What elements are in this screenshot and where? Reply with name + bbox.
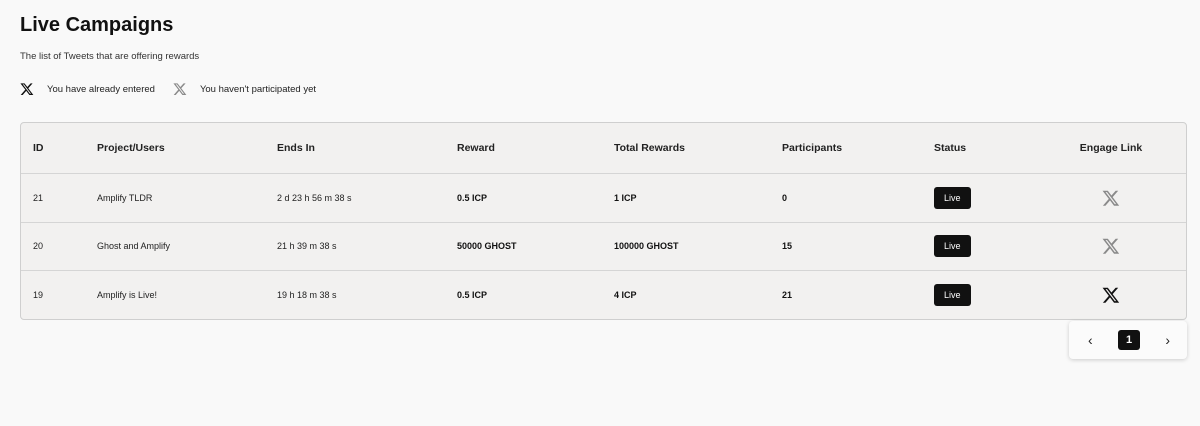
legend-label-entered: You have already entered bbox=[47, 83, 155, 95]
cell-id: 20 bbox=[33, 241, 44, 252]
cell-engage-link bbox=[1081, 271, 1141, 319]
page-button-current[interactable]: 1 bbox=[1118, 330, 1140, 350]
cell-ends-in: 2 d 23 h 56 m 38 s bbox=[277, 192, 352, 203]
cell-participants: 0 bbox=[782, 192, 788, 203]
column-header-project: Project/Users bbox=[97, 142, 165, 154]
column-header-total-rewards: Total Rewards bbox=[614, 142, 685, 154]
x-logo-icon[interactable] bbox=[1102, 237, 1120, 255]
x-logo-icon bbox=[173, 83, 187, 95]
cell-status: Live bbox=[934, 223, 971, 271]
cell-status: Live bbox=[934, 271, 971, 319]
cell-engage-link bbox=[1081, 174, 1141, 222]
x-logo-icon bbox=[20, 83, 34, 95]
cell-participants: 21 bbox=[782, 290, 793, 301]
next-page-button[interactable]: › bbox=[1165, 333, 1170, 347]
cell-total-rewards: 4 ICP bbox=[614, 290, 637, 301]
x-logo-icon[interactable] bbox=[1102, 286, 1120, 304]
cell-total-rewards: 100000 GHOST bbox=[614, 241, 679, 252]
page-subtitle: The list of Tweets that are offering rew… bbox=[20, 51, 200, 62]
legend-label-not-participated: You haven't participated yet bbox=[199, 83, 317, 95]
table-row: 19 Amplify is Live! 19 h 18 m 38 s 0.5 I… bbox=[21, 271, 1186, 319]
previous-page-button[interactable]: ‹ bbox=[1088, 333, 1093, 347]
status-badge: Live bbox=[934, 186, 971, 209]
campaigns-table: ID Project/Users Ends In Reward Total Re… bbox=[20, 122, 1187, 320]
cell-engage-link bbox=[1081, 223, 1141, 271]
cell-reward: 0.5 ICP bbox=[457, 192, 488, 203]
table-row: 20 Ghost and Amplify 21 h 39 m 38 s 5000… bbox=[21, 223, 1186, 271]
cell-id: 21 bbox=[33, 192, 44, 203]
column-header-ends-in: Ends In bbox=[277, 142, 315, 154]
x-logo-icon[interactable] bbox=[1102, 189, 1120, 207]
cell-reward: 50000 GHOST bbox=[457, 241, 517, 252]
column-header-status: Status bbox=[934, 142, 967, 154]
cell-project: Ghost and Amplify bbox=[97, 241, 171, 252]
cell-ends-in: 21 h 39 m 38 s bbox=[277, 241, 337, 252]
legend: You have already entered You haven't par… bbox=[20, 82, 334, 96]
legend-item-entered: You have already entered bbox=[20, 82, 155, 96]
cell-ends-in: 19 h 18 m 38 s bbox=[277, 290, 337, 301]
table-row: 21 Amplify TLDR 2 d 23 h 56 m 38 s 0.5 I… bbox=[21, 174, 1186, 223]
column-header-engage-link: Engage Link bbox=[1079, 142, 1143, 154]
column-header-reward: Reward bbox=[457, 142, 495, 154]
cell-id: 19 bbox=[33, 290, 44, 301]
pagination: ‹ 1 › bbox=[1069, 321, 1187, 359]
cell-total-rewards: 1 ICP bbox=[614, 192, 637, 203]
cell-participants: 15 bbox=[782, 241, 793, 252]
status-badge: Live bbox=[934, 235, 971, 258]
cell-status: Live bbox=[934, 174, 971, 222]
status-badge: Live bbox=[934, 284, 971, 307]
cell-project: Amplify is Live! bbox=[97, 290, 158, 301]
legend-item-not-participated: You haven't participated yet bbox=[173, 82, 316, 96]
page-title: Live Campaigns bbox=[20, 14, 174, 36]
cell-reward: 0.5 ICP bbox=[457, 290, 488, 301]
table-header: ID Project/Users Ends In Reward Total Re… bbox=[21, 123, 1186, 174]
cell-project: Amplify TLDR bbox=[97, 192, 153, 203]
column-header-participants: Participants bbox=[782, 142, 843, 154]
column-header-id: ID bbox=[33, 142, 44, 154]
